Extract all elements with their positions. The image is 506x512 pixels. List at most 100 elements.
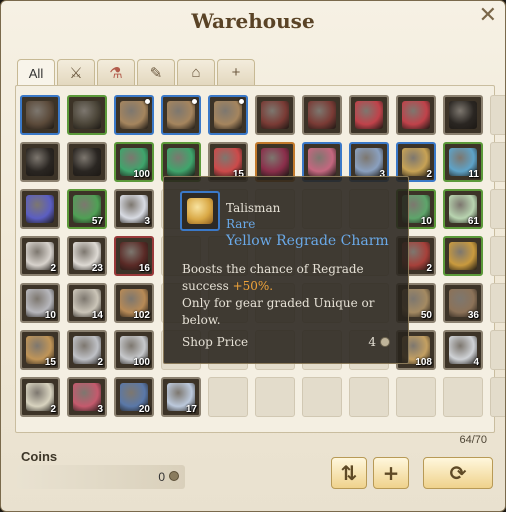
inventory-slot-item[interactable] [67, 95, 107, 135]
stack-count: 16 [138, 263, 150, 274]
inventory-slot-item[interactable] [161, 95, 201, 135]
inventory-slot-empty[interactable] [490, 95, 505, 135]
weapons-icon: ⚔ [69, 64, 83, 82]
inventory-slot-empty[interactable] [302, 377, 342, 417]
inventory-slot-item[interactable] [443, 95, 483, 135]
tab-all[interactable]: All [17, 59, 55, 86]
add-icon: + [231, 64, 241, 81]
item-icon [261, 148, 289, 176]
inventory-slot-item[interactable] [349, 95, 389, 135]
inventory-slot-empty[interactable] [349, 377, 389, 417]
tab-weapons[interactable]: ⚔ [57, 59, 95, 85]
inventory-slot-item[interactable] [255, 95, 295, 135]
item-tooltip-icon [180, 191, 220, 231]
inventory-slot-item[interactable] [443, 236, 483, 276]
stack-count: 10 [44, 310, 56, 321]
inventory-slot-item[interactable]: 57 [67, 189, 107, 229]
tab-consumables[interactable]: ⚗ [97, 59, 135, 85]
warehouse-window: Warehouse ✕ All ⚔ ⚗ ✎ ⌂ + 100 15 3 2 11 57 3 10 61 2 23… [0, 0, 506, 512]
inventory-slot-item[interactable] [396, 95, 436, 135]
shop-price-value: 4 [368, 335, 376, 349]
refresh-button[interactable]: ⟳ [423, 457, 493, 489]
desc-highlight: +50%. [232, 279, 274, 293]
inventory-slot-item[interactable]: 3 [67, 377, 107, 417]
item-icon [26, 148, 54, 176]
inventory-slot-item[interactable] [114, 95, 154, 135]
inventory-slot-empty[interactable] [490, 142, 505, 182]
item-icon [120, 101, 148, 129]
inventory-slot-empty[interactable] [443, 377, 483, 417]
item-category: Talisman [226, 201, 281, 215]
stack-count: 2 [97, 357, 103, 368]
stack-count: 14 [91, 310, 103, 321]
inventory-slot-item[interactable] [208, 95, 248, 135]
inventory-slot-item[interactable]: 4 [443, 330, 483, 370]
inventory-slot-item[interactable]: 2 [67, 330, 107, 370]
tab-housing[interactable]: ⌂ [177, 59, 215, 85]
stack-count: 102 [133, 310, 150, 321]
coins-display: 0 [17, 465, 185, 489]
sort-button[interactable]: ⇅ [331, 457, 367, 489]
inventory-slot-item[interactable]: 2 [20, 236, 60, 276]
inventory-slot-item[interactable] [20, 142, 60, 182]
stack-count: 11 [468, 169, 479, 180]
inventory-slot-item[interactable] [20, 95, 60, 135]
tab-label: All [28, 65, 44, 81]
capacity-counter: 64/70 [459, 434, 487, 446]
stack-count: 10 [420, 216, 432, 227]
sort-icon: ⇅ [340, 461, 358, 485]
inventory-slot-item[interactable] [67, 142, 107, 182]
plus-icon: + [382, 461, 400, 485]
inventory-slot-empty[interactable] [490, 283, 505, 323]
window-title: Warehouse [191, 9, 315, 33]
item-description: Boosts the chance of Regrade success +50… [182, 261, 396, 329]
stack-count: 2 [50, 263, 56, 274]
stack-count: 3 [97, 404, 103, 415]
inventory-slot-empty[interactable] [490, 330, 505, 370]
item-icon [449, 101, 477, 129]
misc-icon: ✎ [149, 64, 163, 82]
inventory-slot-empty[interactable] [490, 189, 505, 229]
inventory-slot-item[interactable]: 10 [20, 283, 60, 323]
stack-count: 2 [426, 169, 432, 180]
inventory-slot-item[interactable]: 15 [20, 330, 60, 370]
inventory-slot-item[interactable]: 2 [20, 377, 60, 417]
inventory-slot-item[interactable]: 100 [114, 330, 154, 370]
inventory-slot-empty[interactable] [490, 377, 505, 417]
coin-icon [169, 471, 179, 481]
inventory-slot-item[interactable]: 100 [114, 142, 154, 182]
shop-price-label: Shop Price [182, 335, 249, 349]
inventory-slot-empty[interactable] [208, 377, 248, 417]
inventory-slot-item[interactable]: 102 [114, 283, 154, 323]
item-icon [308, 148, 336, 176]
stack-count: 108 [415, 357, 432, 368]
item-icon [261, 101, 289, 129]
inventory-slot-item[interactable]: 14 [67, 283, 107, 323]
stack-count: 17 [185, 404, 197, 415]
inventory-slot-item[interactable]: 3 [114, 189, 154, 229]
item-icon [167, 101, 195, 129]
inventory-slot-empty[interactable] [490, 236, 505, 276]
inventory-slot-empty[interactable] [396, 377, 436, 417]
inventory-slot-item[interactable]: 11 [443, 142, 483, 182]
item-icon [73, 148, 101, 176]
coins-value: 0 [158, 470, 165, 484]
item-tooltip: Talisman Rare Yellow Regrade Charm Boost… [163, 176, 409, 364]
close-icon[interactable]: ✕ [479, 5, 497, 27]
inventory-slot-empty[interactable] [255, 377, 295, 417]
inventory-slot-item[interactable]: 36 [443, 283, 483, 323]
inventory-slot-item[interactable]: 20 [114, 377, 154, 417]
inventory-slot-item[interactable] [20, 189, 60, 229]
inventory-slot-item[interactable]: 17 [161, 377, 201, 417]
stack-count: 23 [91, 263, 103, 274]
item-icon [73, 101, 101, 129]
expand-button[interactable]: + [373, 457, 409, 489]
inventory-slot-item[interactable]: 16 [114, 236, 154, 276]
desc-text-2: Only for gear graded Unique or below. [182, 296, 375, 327]
inventory-slot-item[interactable]: 23 [67, 236, 107, 276]
inventory-slot-item[interactable] [302, 95, 342, 135]
inventory-slot-item[interactable]: 61 [443, 189, 483, 229]
equipped-dot-icon [145, 99, 150, 104]
tab-misc[interactable]: ✎ [137, 59, 175, 85]
tab-add[interactable]: + [217, 59, 255, 85]
